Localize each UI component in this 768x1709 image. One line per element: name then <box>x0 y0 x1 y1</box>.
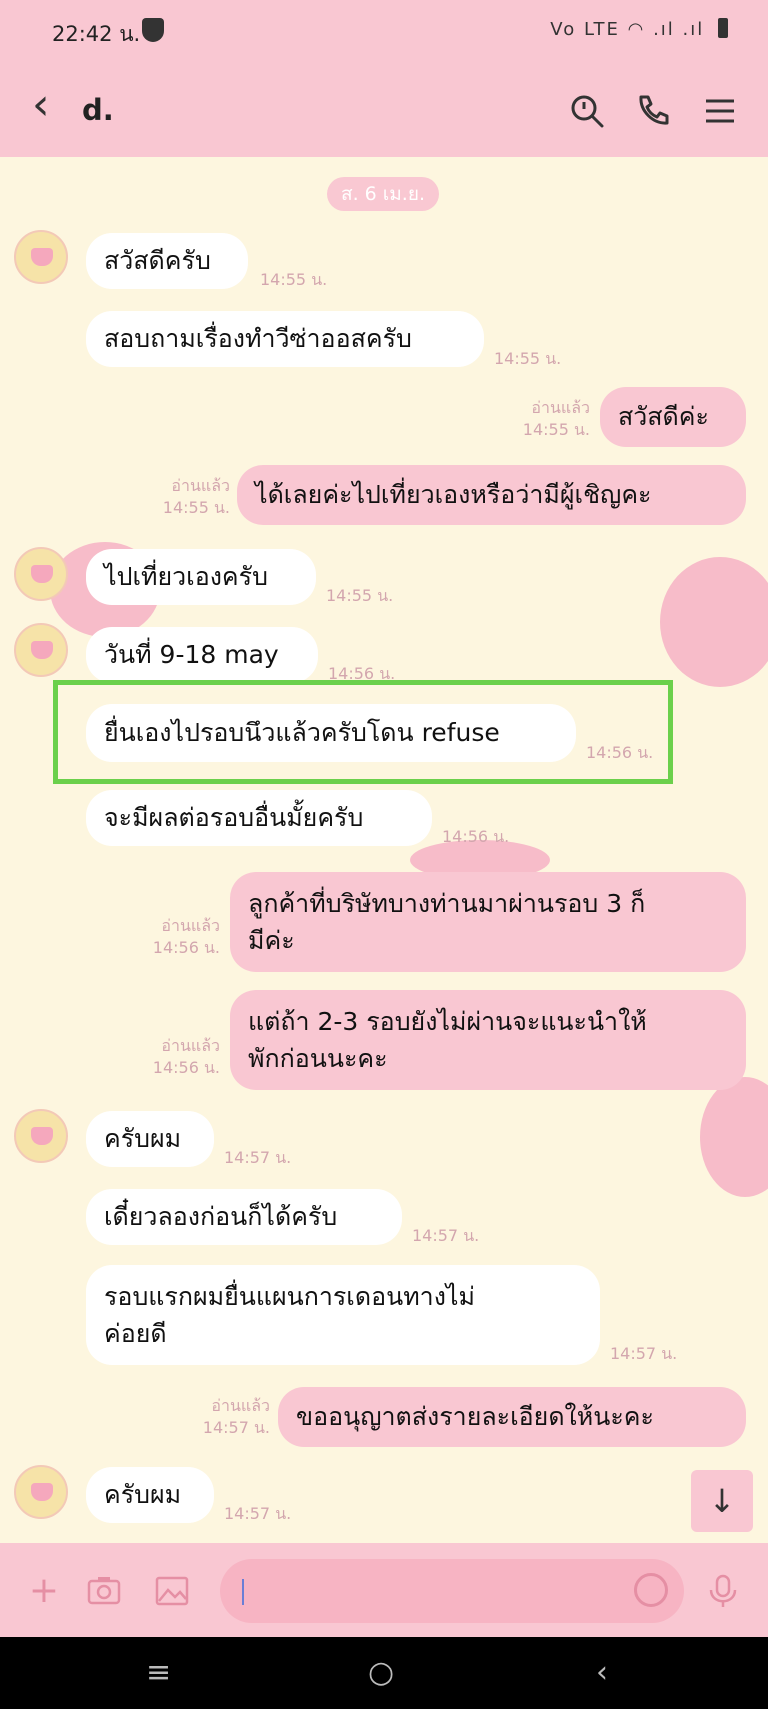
home-icon[interactable]: ○ <box>368 1655 394 1690</box>
text-cursor <box>242 1579 244 1605</box>
back-icon[interactable]: ‹ <box>32 83 50 127</box>
avatar[interactable] <box>14 623 68 677</box>
chat-header: ‹ d. <box>0 65 768 157</box>
input-bar: + <box>0 1543 768 1637</box>
decor-blob <box>660 557 768 687</box>
message-text: ขออนุญาตส่งรายละเอียดให้นะคะ <box>296 1402 654 1432</box>
message-line: ค่อยดี <box>104 1319 167 1348</box>
message-time: 14:57 น. <box>412 1226 480 1245</box>
message-text: สวัสดีค่ะ <box>618 402 709 432</box>
message-text: สอบถามเรื่องทำวีซ่าออสครับ <box>104 324 412 354</box>
message-time: 14:57 น. <box>224 1148 292 1167</box>
arrow-down-icon: ↓ <box>708 1482 736 1520</box>
message-bubble[interactable]: แต่ถ้า 2-3 รอบยังไม่ผ่านจะแนะนำให้ พักก่… <box>230 990 746 1090</box>
system-nav-bar: ≡ ○ ‹ <box>0 1637 768 1709</box>
message-bubble[interactable]: ครับผม <box>86 1111 214 1167</box>
signal-icon: .ıl <box>653 19 675 40</box>
message-bubble[interactable]: ไปเที่ยวเองครับ <box>86 549 316 605</box>
message-time: 14:55 น. <box>260 270 328 289</box>
message-line: รอบแรกผมยื่นแผนการเดอนทางไม่ <box>104 1281 475 1311</box>
message-time: 14:57 น. <box>224 1504 292 1523</box>
message-input[interactable] <box>220 1559 684 1623</box>
battery-icon <box>718 18 728 38</box>
message-text: ครับผม <box>104 1124 182 1154</box>
menu-icon[interactable] <box>700 91 740 131</box>
emoji-icon[interactable] <box>634 1573 668 1607</box>
avatar[interactable] <box>14 1465 68 1519</box>
message-time: 14:55 น. <box>162 498 230 517</box>
message-line: แต่ถ้า 2-3 รอบยังไม่ผ่านจะแนะนำให้ <box>248 1006 647 1036</box>
read-label: อ่านแล้ว <box>171 476 230 495</box>
recent-apps-icon[interactable]: ≡ <box>146 1655 171 1690</box>
read-label: อ่านแล้ว <box>211 1396 270 1415</box>
network-label: Vo LTE <box>550 19 620 40</box>
message-text: แต่ถ้า 2-3 รอบยังไม่ผ่านจะแนะนำให้ พักก่… <box>248 1003 647 1078</box>
read-label: อ่านแล้ว <box>161 1036 220 1055</box>
message-status: อ่านแล้ว 14:57 น. <box>180 1395 270 1439</box>
avatar[interactable] <box>14 547 68 601</box>
message-text: ได้เลยค่ะไปเที่ยวเองหรือว่ามีผู้เชิญคะ <box>255 480 652 510</box>
message-text: ครับผม <box>104 1480 182 1510</box>
message-status: อ่านแล้ว 14:55 น. <box>500 397 590 441</box>
read-label: อ่านแล้ว <box>161 916 220 935</box>
image-icon[interactable] <box>154 1573 190 1609</box>
message-text: ไปเที่ยวเองครับ <box>104 562 268 592</box>
message-text: เดี๋ยวลองก่อนก็ได้ครับ <box>104 1202 338 1232</box>
camera-icon[interactable] <box>86 1573 122 1609</box>
message-text: รอบแรกผมยื่นแผนการเดอนทางไม่ ค่อยดี <box>104 1278 475 1353</box>
signal-icon-2: .ıl <box>682 19 705 40</box>
message-status: อ่านแล้ว 14:56 น. <box>130 1035 220 1079</box>
message-bubble[interactable]: เดี๋ยวลองก่อนก็ได้ครับ <box>86 1189 402 1245</box>
highlight-box <box>53 680 673 784</box>
message-status: อ่านแล้ว 14:56 น. <box>130 915 220 959</box>
message-line: มีค่ะ <box>248 926 295 955</box>
avatar[interactable] <box>14 230 68 284</box>
message-time: 14:55 น. <box>326 586 394 605</box>
date-divider: ส. 6 เม.ย. <box>327 177 439 211</box>
chat-title: d. <box>82 93 114 127</box>
status-indicators: Vo LTE ◠ .ıl .ıl <box>550 18 728 40</box>
phone-icon[interactable] <box>633 91 673 131</box>
message-text: จะมีผลต่อรอบอื่นมั้ยครับ <box>104 803 364 833</box>
message-time: 14:56 น. <box>442 827 510 846</box>
message-time: 14:55 น. <box>522 420 590 439</box>
message-time: 14:57 น. <box>610 1344 678 1363</box>
message-line: ลูกค้าที่บริษัทบางท่านมาผ่านรอบ 3 ก็ <box>248 888 646 918</box>
status-bar: 22:42 น. Vo LTE ◠ .ıl .ıl <box>0 0 768 65</box>
plus-icon[interactable]: + <box>26 1573 62 1609</box>
message-status: อ่านแล้ว 14:55 น. <box>140 475 230 519</box>
chat-area[interactable]: ส. 6 เม.ย. สวัสดีครับ 14:55 น. สอบถามเรื… <box>0 157 768 1543</box>
back-nav-icon[interactable]: ‹ <box>596 1655 608 1690</box>
decor-blob <box>700 1077 768 1197</box>
message-bubble[interactable]: จะมีผลต่อรอบอื่นมั้ยครับ <box>86 790 432 846</box>
shield-icon <box>142 18 164 42</box>
message-bubble[interactable]: สวัสดีค่ะ <box>600 387 746 447</box>
message-bubble[interactable]: วันที่ 9-18 may <box>86 627 318 683</box>
message-time: 14:55 น. <box>494 349 562 368</box>
message-bubble[interactable]: ครับผม <box>86 1467 214 1523</box>
message-text: สวัสดีครับ <box>104 246 211 276</box>
avatar[interactable] <box>14 1109 68 1163</box>
message-text: ลูกค้าที่บริษัทบางท่านมาผ่านรอบ 3 ก็ มีค… <box>248 885 645 960</box>
message-bubble[interactable]: สอบถามเรื่องทำวีซ่าออสครับ <box>86 311 484 367</box>
microphone-icon[interactable] <box>705 1573 741 1609</box>
search-icon[interactable] <box>567 91 607 131</box>
wifi-icon: ◠ <box>627 19 646 40</box>
message-line: พักก่อนนะคะ <box>248 1044 388 1073</box>
message-bubble[interactable]: รอบแรกผมยื่นแผนการเดอนทางไม่ ค่อยดี <box>86 1265 600 1365</box>
status-time: 22:42 น. <box>52 22 141 46</box>
message-bubble[interactable]: ได้เลยค่ะไปเที่ยวเองหรือว่ามีผู้เชิญคะ <box>237 465 746 525</box>
message-bubble[interactable]: สวัสดีครับ <box>86 233 248 289</box>
read-label: อ่านแล้ว <box>531 398 590 417</box>
message-time: 14:56 น. <box>152 1058 220 1077</box>
scroll-down-button[interactable]: ↓ <box>691 1470 753 1532</box>
message-time: 14:56 น. <box>152 938 220 957</box>
message-bubble[interactable]: ลูกค้าที่บริษัทบางท่านมาผ่านรอบ 3 ก็ มีค… <box>230 872 746 972</box>
message-text: วันที่ 9-18 may <box>104 640 279 670</box>
message-time: 14:57 น. <box>202 1418 270 1437</box>
message-bubble[interactable]: ขออนุญาตส่งรายละเอียดให้นะคะ <box>278 1387 746 1447</box>
